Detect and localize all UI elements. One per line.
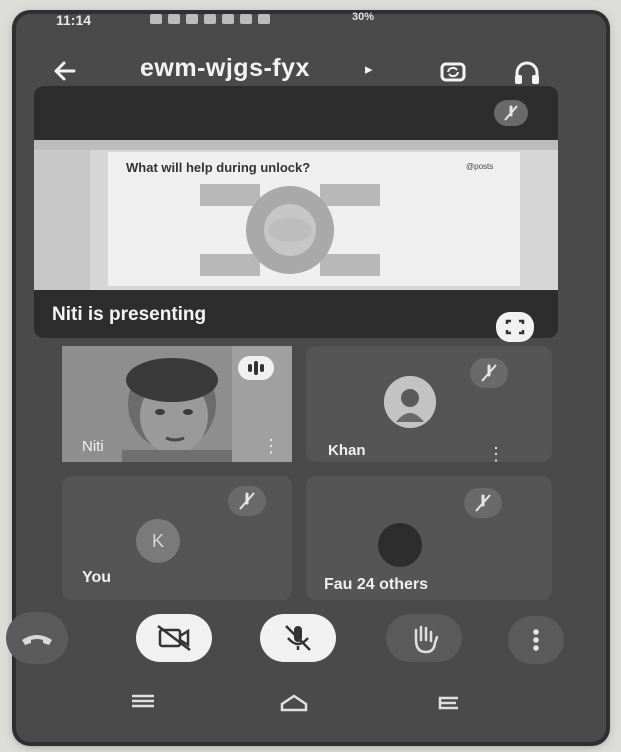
phone-hangup-icon [22,635,52,645]
switch-camera-icon [440,62,466,82]
headphones-icon [515,61,539,84]
notification-icon [168,14,180,24]
slide-thumbnails [34,150,90,290]
back-button[interactable] [46,54,82,88]
wifi-icon [258,14,270,24]
meeting-info-arrow[interactable]: ▸ [365,60,373,78]
fullscreen-icon [505,319,525,335]
avatar-you: K [136,519,180,563]
mic-off-icon [470,358,508,388]
menu-icon [132,694,154,708]
status-icons [150,13,440,25]
presenter-mute-indicator [494,100,528,126]
participant-mute-indicator [470,358,508,388]
speaking-indicator [238,356,274,380]
home-button[interactable] [272,690,316,716]
notification-icon [222,14,234,24]
audio-output-button[interactable] [510,56,544,90]
participant-more-button[interactable]: ⋮ [487,444,505,465]
system-back-button[interactable] [426,690,470,716]
more-options-button[interactable] [508,616,564,664]
mic-toggle-button[interactable] [260,614,336,662]
slide-toolbar [34,140,558,150]
notification-icon [204,14,216,24]
hand-icon [414,625,439,654]
participant-name-others: Fau 24 others [324,576,429,593]
back-icon [438,696,458,710]
participant-mute-indicator [464,488,502,518]
mic-off-icon [285,625,311,651]
home-icon [280,694,308,712]
mic-off-icon [464,488,502,518]
slide-logo: @posts [466,162,494,171]
end-call-button[interactable] [6,612,68,664]
self-mute-indicator [228,486,266,516]
participant-name-niti: Niti [82,438,104,455]
notification-icon [240,14,252,24]
participant-name-khan: Khan [328,442,366,459]
meeting-code[interactable]: ewm-wjgs-fyx [140,54,310,83]
notification-icon [150,14,162,24]
presenting-label: Niti is presenting [52,304,207,325]
audio-level-icon [248,361,264,375]
more-vert-icon [533,629,539,651]
back-arrow-icon [54,61,76,81]
switch-camera-button[interactable] [436,55,470,89]
raise-hand-button[interactable] [386,614,462,662]
slide-diagram [190,180,390,280]
recent-apps-button[interactable] [126,690,160,712]
mic-off-icon [228,486,266,516]
notification-icon [186,14,198,24]
avatar-khan [384,376,436,428]
camera-toggle-button[interactable] [136,614,212,662]
fullscreen-button[interactable] [496,312,534,342]
slide-title: What will help during unlock? [126,160,311,175]
status-time: 11:14 [56,12,92,28]
mic-off-icon [494,100,528,126]
participant-name-you: You [82,569,112,586]
participant-more-button[interactable]: ⋮ [262,436,280,457]
avatar-others [378,523,422,567]
battery-percentage: 30% [352,11,375,23]
camera-off-icon [157,625,191,651]
